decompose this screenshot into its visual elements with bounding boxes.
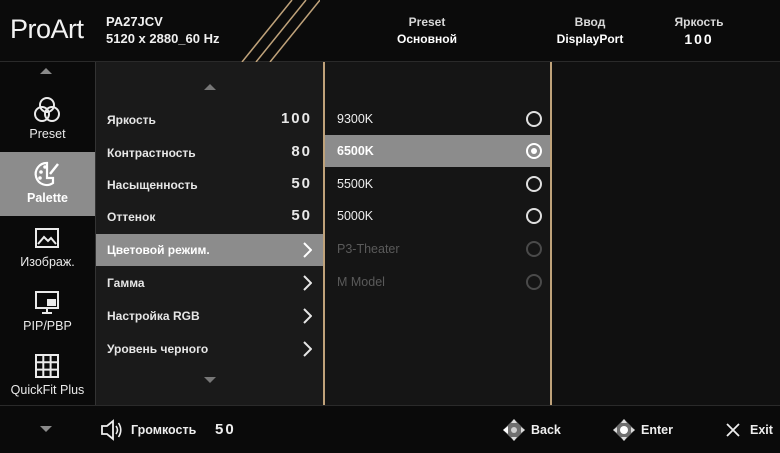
option-label: 5000K (337, 209, 374, 223)
header-preset-value: Основной (397, 32, 457, 46)
menu-label: Цветовой режим. (107, 243, 210, 257)
chevron-right-icon (303, 275, 312, 291)
nav-label-palette: Palette (27, 191, 68, 205)
chevron-right-icon (303, 308, 312, 324)
chevron-right-icon (303, 341, 312, 357)
menu-label: Настройка RGB (107, 309, 200, 323)
menu-label: Оттенок (107, 210, 156, 224)
menu-item-saturation[interactable]: Насыщенность 50 (96, 169, 324, 201)
header-input-title: Ввод (574, 15, 606, 29)
radio-button[interactable] (526, 208, 542, 224)
volume-label: Громкость (131, 423, 197, 437)
grid-icon (35, 354, 59, 378)
close-icon (726, 423, 740, 437)
menu-item-rgb[interactable]: Настройка RGB (96, 300, 324, 332)
menu-value: 50 (291, 175, 312, 192)
option-5000k[interactable]: 5000K (325, 200, 550, 232)
option-6500k[interactable]: 6500K (325, 135, 550, 167)
model-name: PA27JCV (106, 14, 163, 29)
color-circles-icon (34, 97, 60, 122)
header-input-value: DisplayPort (556, 32, 624, 46)
menu-item-contrast[interactable]: Контрастность 80 (96, 137, 324, 169)
enter-button[interactable]: Enter (641, 423, 673, 437)
radio-button[interactable] (526, 176, 542, 192)
nav-item-quickfit[interactable]: QuickFit Plus (0, 344, 95, 408)
nav-item-pip-pbp[interactable]: PIP/PBP (0, 280, 95, 344)
resolution-readout: 5120 x 2880_60 Hz (106, 31, 220, 46)
brand-logo: ProArt (10, 14, 84, 44)
decorative-slashes (241, 0, 320, 62)
radio-button-disabled (526, 241, 542, 257)
option-label: P3-Theater (337, 242, 400, 256)
radio-button-disabled (526, 274, 542, 290)
option-label: 9300K (337, 112, 374, 126)
palette-menu: Яркость 100 Контрастность 80 Насыщенност… (95, 62, 324, 405)
nav-label-pip-pbp: PIP/PBP (23, 319, 72, 333)
header-bar: ProArt PA27JCV 5120 x 2880_60 Hz Preset … (0, 0, 780, 62)
menu-scroll-down-icon[interactable] (204, 377, 216, 383)
menu-value: 100 (280, 110, 312, 127)
joystick-press-icon (613, 419, 635, 441)
option-5500k[interactable]: 5500K (325, 168, 550, 200)
radio-dot-icon (531, 148, 537, 154)
image-icon (35, 228, 59, 248)
option-p3-theater: P3-Theater (325, 233, 550, 265)
menu-label: Гамма (107, 276, 145, 290)
menu-label: Контрастность (107, 146, 196, 160)
menu-scroll-up-icon[interactable] (204, 84, 216, 90)
empty-detail-panel (552, 62, 780, 405)
nav-item-palette[interactable]: Palette (0, 152, 95, 216)
menu-item-gamma[interactable]: Гамма (96, 267, 324, 299)
option-label: 5500K (337, 177, 374, 191)
menu-value: 50 (291, 207, 312, 224)
option-label: 6500K (337, 144, 374, 158)
header-brightness-title: Яркость (674, 15, 724, 29)
menu-item-black-level[interactable]: Уровень черного (96, 333, 324, 365)
main-nav: Preset Palette Изображ. PIP/PBP QuickFit… (0, 62, 95, 405)
menu-item-color-temp[interactable]: Цветовой режим. (96, 234, 324, 266)
speaker-icon (101, 419, 122, 441)
header-brightness-value: 100 (684, 31, 714, 47)
color-temp-options: 9300K 6500K 5500K 5000K P3-Theater M Mod… (323, 62, 552, 405)
menu-label: Насыщенность (107, 178, 198, 192)
joystick-left-icon (503, 419, 525, 441)
radio-button-selected[interactable] (526, 143, 542, 159)
menu-value: 80 (291, 143, 312, 160)
header-input: Ввод DisplayPort (548, 14, 632, 48)
pip-icon (35, 291, 59, 314)
nav-item-image[interactable]: Изображ. (0, 216, 95, 280)
palette-icon (34, 161, 59, 187)
header-preset-title: Preset (408, 15, 446, 29)
header-preset: Preset Основной (392, 14, 462, 48)
radio-button[interactable] (526, 111, 542, 127)
nav-label-quickfit: QuickFit Plus (10, 383, 85, 397)
option-9300k[interactable]: 9300K (325, 103, 550, 135)
nav-item-preset[interactable]: Preset (0, 88, 95, 152)
option-m-model: M Model (325, 266, 550, 298)
nav-scroll-up-icon[interactable] (40, 68, 52, 74)
volume-value[interactable]: 50 (215, 421, 236, 438)
header-brightness: Яркость 100 (664, 14, 734, 48)
chevron-right-icon (303, 242, 312, 258)
menu-label: Уровень черного (107, 342, 209, 356)
nav-label-image: Изображ. (20, 255, 75, 269)
menu-item-brightness[interactable]: Яркость 100 (96, 104, 324, 136)
option-label: M Model (337, 275, 385, 289)
footer-bar: Громкость 50 Back Enter Exit (0, 405, 780, 453)
menu-item-hue[interactable]: Оттенок 50 (96, 201, 324, 233)
nav-label-preset: Preset (29, 127, 66, 141)
exit-button[interactable]: Exit (750, 423, 773, 437)
menu-label: Яркость (107, 113, 156, 127)
nav-scroll-down-icon[interactable] (40, 426, 52, 432)
back-button[interactable]: Back (531, 423, 561, 437)
monitor-info: PA27JCV 5120 x 2880_60 Hz (106, 13, 219, 47)
